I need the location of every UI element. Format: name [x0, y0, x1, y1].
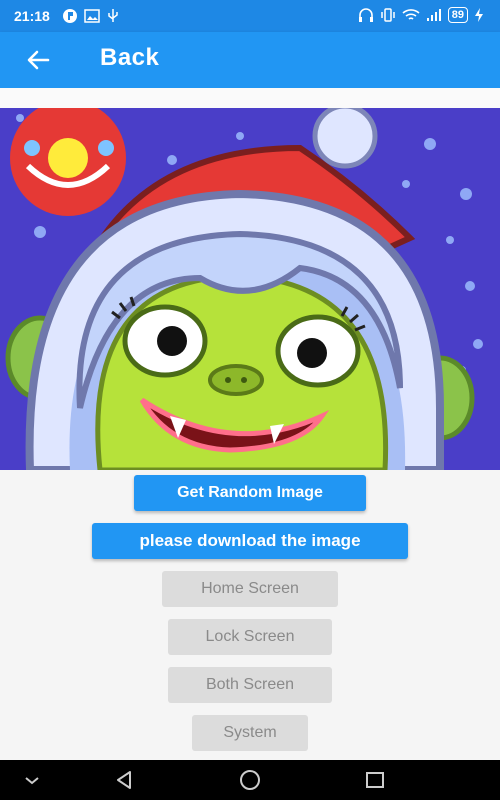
usb-icon: [108, 9, 118, 22]
both-screen-button[interactable]: Both Screen: [168, 667, 332, 703]
chevron-down-icon[interactable]: [20, 768, 44, 792]
home-screen-button[interactable]: Home Screen: [162, 571, 338, 607]
status-time: 21:18: [14, 8, 50, 24]
page-title: Back: [100, 44, 160, 71]
back-triangle-icon[interactable]: [112, 768, 136, 792]
status-notification-icons: [62, 8, 120, 24]
status-bar: 21:18 89: [0, 0, 500, 32]
arrow-left-icon[interactable]: [24, 46, 52, 74]
signal-icon: [426, 9, 441, 21]
christmas-vampire-girl-image: [0, 108, 500, 470]
headphones-icon: [358, 8, 373, 22]
download-image-button[interactable]: please download the image: [92, 523, 408, 559]
image-notification-icon: [84, 9, 100, 23]
wallpaper-image: [0, 108, 500, 470]
lock-screen-button[interactable]: Lock Screen: [168, 619, 332, 655]
app-notification-icon: [63, 9, 77, 23]
wifi-icon: [402, 9, 420, 20]
status-system-icons: 89: [358, 7, 484, 23]
battery-indicator: 89: [447, 7, 468, 23]
vibrate-icon: [381, 8, 395, 22]
get-random-image-button[interactable]: Get Random Image: [134, 475, 366, 511]
header-spacer: [0, 88, 500, 108]
recents-square-icon[interactable]: [363, 768, 387, 792]
system-button[interactable]: System: [192, 715, 308, 751]
app-bar: Back: [0, 32, 500, 88]
system-navigation-bar: [0, 760, 500, 800]
charging-icon: [475, 8, 483, 22]
home-circle-icon[interactable]: [238, 768, 262, 792]
